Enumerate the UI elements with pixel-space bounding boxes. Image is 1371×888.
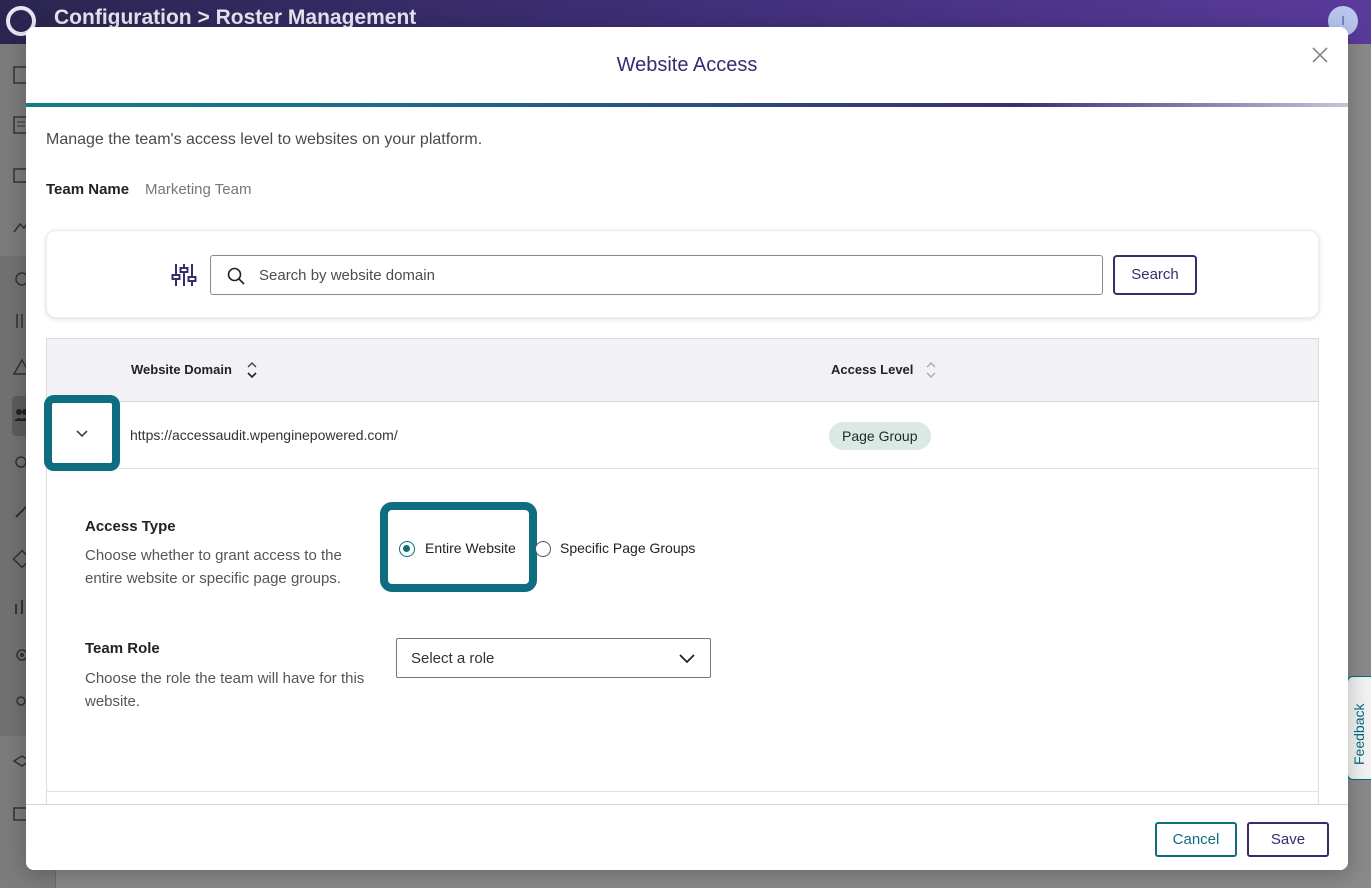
team-name-label: Team Name xyxy=(46,181,130,198)
website-domain: https://accessaudit.wpenginepowered.com/ xyxy=(130,427,398,443)
column-header-access-level[interactable]: Access Level xyxy=(831,362,913,377)
save-button[interactable]: Save xyxy=(1247,822,1329,857)
table-header: Website Domain Access Level xyxy=(47,339,1318,402)
sort-icon[interactable] xyxy=(245,359,259,381)
website-table: Website Domain Access Level https://acce… xyxy=(44,338,1319,804)
expanded-row-details: Access Type Choose whether to grant acce… xyxy=(47,470,1318,792)
access-type-description: Choose whether to grant access to the en… xyxy=(85,547,342,587)
search-icon xyxy=(227,267,245,285)
row-divider xyxy=(47,791,1318,792)
team-role-description: Choose the role the team will have for t… xyxy=(85,670,365,710)
modal-header: Website Access xyxy=(26,27,1348,107)
radio-specific-page-groups[interactable] xyxy=(535,541,551,557)
website-access-modal: Website Access Manage the team's access … xyxy=(26,27,1348,870)
access-level-badge: Page Group xyxy=(829,422,931,450)
chevron-down-icon xyxy=(679,654,695,664)
close-icon[interactable] xyxy=(1310,45,1330,65)
column-header-website-domain[interactable]: Website Domain xyxy=(131,362,232,377)
feedback-label: Feedback xyxy=(1351,703,1367,765)
team-role-select[interactable]: Select a role xyxy=(396,638,711,678)
search-card: Search xyxy=(46,230,1319,318)
modal-description: Manage the team's access level to websit… xyxy=(46,131,483,148)
modal-title: Website Access xyxy=(616,54,758,76)
team-role-title: Team Role xyxy=(85,640,160,657)
sort-icon[interactable] xyxy=(924,359,938,381)
radio-label-entire-website[interactable]: Entire Website xyxy=(425,540,516,556)
expand-row-button[interactable] xyxy=(44,395,120,471)
cancel-button[interactable]: Cancel xyxy=(1155,822,1237,857)
search-button[interactable]: Search xyxy=(1113,255,1197,295)
search-field[interactable] xyxy=(210,255,1103,295)
chevron-down-icon xyxy=(76,430,88,438)
access-type-title: Access Type xyxy=(85,518,176,535)
radio-entire-website[interactable] xyxy=(399,541,415,557)
filter-sliders-icon[interactable] xyxy=(171,262,197,288)
team-role-select-value: Select a role xyxy=(411,650,495,667)
modal-body: Manage the team's access level to websit… xyxy=(26,107,1348,804)
feedback-tab[interactable]: Feedback xyxy=(1347,676,1371,780)
radio-label-specific-page-groups[interactable]: Specific Page Groups xyxy=(560,540,695,556)
modal-footer: Cancel Save xyxy=(26,804,1348,870)
search-input[interactable] xyxy=(259,264,1079,286)
table-row: https://accessaudit.wpenginepowered.com/… xyxy=(44,395,1318,471)
team-name-value: Marketing Team xyxy=(145,181,252,198)
